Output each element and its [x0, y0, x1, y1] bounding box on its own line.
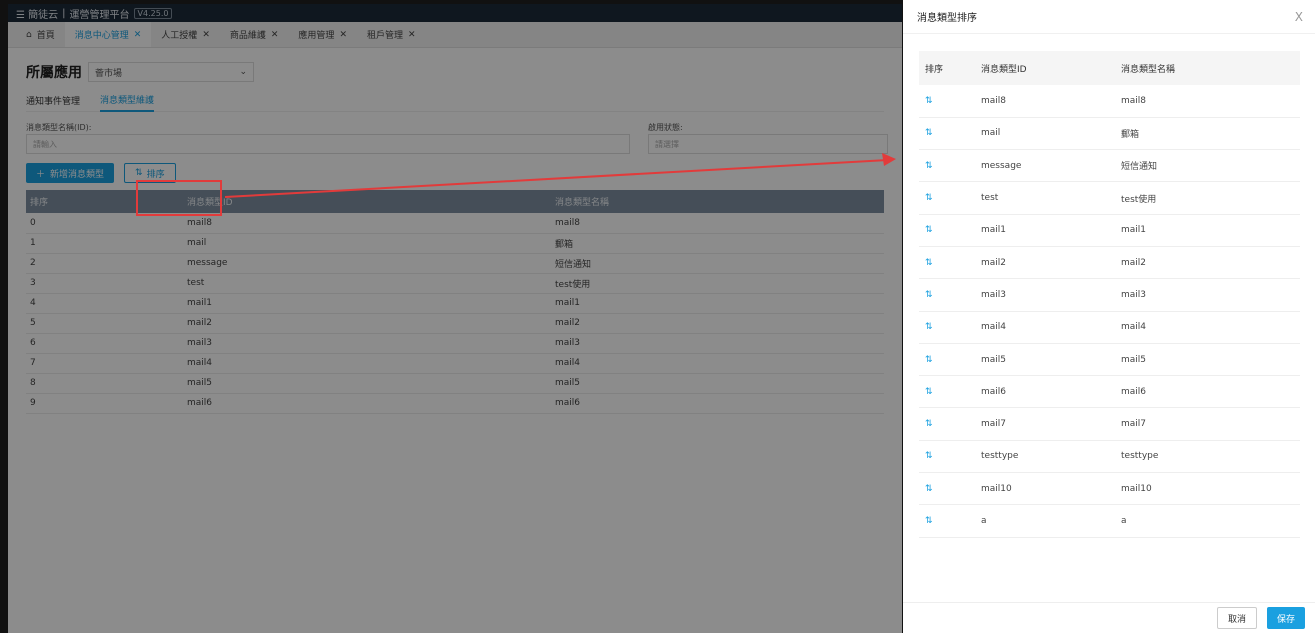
drag-sort-icon[interactable]: ⇅ [925, 128, 933, 138]
sort-col-type-id: 消息類型ID [981, 51, 1121, 85]
sort-row-type-id: mail [981, 117, 1121, 151]
sort-row-type-name: mail6 [1121, 375, 1300, 409]
drawer-title: 消息類型排序 [917, 13, 977, 24]
drag-sort-icon[interactable]: ⇅ [925, 516, 933, 526]
sort-row[interactable]: ⇅ test test使用 [919, 181, 1300, 215]
main-app: ☰ 簡徒云 | 運營管理平台 V4.25.0 ⌂ 首頁 消息中心管理 ✕ 人工授權 ✕ 商品… [8, 4, 902, 633]
sort-row-type-name: mail10 [1121, 472, 1300, 506]
sort-row-type-name: 郵箱 [1121, 117, 1300, 151]
sort-handle-cell[interactable]: ⇅ [919, 311, 981, 344]
sort-drawer: 消息類型排序 X 排序 消息類型ID 消息類型名稱 ⇅ mail8 mail8 ⇅ ma… [903, 0, 1315, 633]
drag-sort-icon[interactable]: ⇅ [925, 290, 933, 300]
sort-row-type-id: mail7 [981, 407, 1121, 441]
drag-sort-icon[interactable]: ⇅ [925, 451, 933, 461]
sort-handle-cell[interactable]: ⇅ [919, 149, 981, 183]
drag-sort-icon[interactable]: ⇅ [925, 258, 933, 268]
sort-row-type-id: mail4 [981, 311, 1121, 344]
sort-handle-cell[interactable]: ⇅ [919, 278, 981, 312]
sort-handle-cell[interactable]: ⇅ [919, 504, 981, 538]
sort-row-type-id: test [981, 181, 1121, 215]
screen: ☰ 簡徒云 | 運營管理平台 V4.25.0 ⌂ 首頁 消息中心管理 ✕ 人工授權 ✕ 商品… [0, 0, 1315, 633]
drag-sort-icon[interactable]: ⇅ [925, 161, 933, 171]
drag-sort-icon[interactable]: ⇅ [925, 484, 933, 494]
sort-row[interactable]: ⇅ mail 郵箱 [919, 117, 1300, 151]
sort-handle-cell[interactable]: ⇅ [919, 85, 981, 118]
sort-row[interactable]: ⇅ mail7 mail7 [919, 407, 1300, 441]
sort-row-type-name: mail2 [1121, 246, 1300, 280]
sort-row-type-name: mail3 [1121, 278, 1300, 312]
drag-sort-icon[interactable]: ⇅ [925, 355, 933, 365]
sort-row-type-id: mail8 [981, 85, 1121, 118]
sort-row-type-name: 短信通知 [1121, 149, 1300, 183]
drag-sort-icon[interactable]: ⇅ [925, 322, 933, 332]
sort-row[interactable]: ⇅ mail4 mail4 [919, 311, 1300, 344]
sort-row-type-name: mail8 [1121, 85, 1300, 118]
sort-row-type-id: mail10 [981, 472, 1121, 506]
save-button[interactable]: 保存 [1266, 607, 1305, 629]
sort-col-type-name: 消息類型名稱 [1121, 51, 1300, 85]
sort-row[interactable]: ⇅ message 短信通知 [919, 149, 1300, 183]
sort-handle-cell[interactable]: ⇅ [919, 440, 981, 474]
sort-row-type-name: testtype [1121, 440, 1300, 474]
sort-row-type-name: mail7 [1121, 407, 1300, 441]
sort-handle-cell[interactable]: ⇅ [919, 375, 981, 409]
sort-row-type-name: mail5 [1121, 343, 1300, 377]
sort-row-type-id: mail5 [981, 343, 1121, 377]
drag-sort-icon[interactable]: ⇅ [925, 96, 933, 106]
sort-row[interactable]: ⇅ testtype testtype [919, 440, 1300, 474]
sort-row-type-id: a [981, 504, 1121, 538]
sort-row[interactable]: ⇅ mail2 mail2 [919, 246, 1300, 280]
cancel-button[interactable]: 取消 [1216, 607, 1257, 629]
sort-row-type-name: test使用 [1121, 181, 1300, 215]
sort-row[interactable]: ⇅ mail5 mail5 [919, 343, 1300, 377]
close-icon[interactable]: X [1295, 10, 1303, 24]
sort-row-type-id: mail1 [981, 214, 1121, 247]
sort-handle-cell[interactable]: ⇅ [919, 407, 981, 441]
sort-row-type-name: a [1121, 504, 1300, 538]
sort-handle-cell[interactable]: ⇅ [919, 214, 981, 247]
sort-handle-cell[interactable]: ⇅ [919, 343, 981, 377]
sort-row-type-id: mail3 [981, 278, 1121, 312]
sort-handle-cell[interactable]: ⇅ [919, 246, 981, 280]
drawer-header: 消息類型排序 X [903, 0, 1315, 34]
sort-col-order: 排序 [919, 51, 981, 85]
sort-row[interactable]: ⇅ mail8 mail8 [919, 85, 1300, 118]
sort-row-type-id: mail6 [981, 375, 1121, 409]
sort-row-type-id: testtype [981, 440, 1121, 474]
sort-handle-cell[interactable]: ⇅ [919, 181, 981, 215]
modal-overlay[interactable] [8, 4, 902, 633]
drag-sort-icon[interactable]: ⇅ [925, 225, 933, 235]
drag-sort-icon[interactable]: ⇅ [925, 387, 933, 397]
sort-row-type-name: mail1 [1121, 214, 1300, 247]
sort-row[interactable]: ⇅ mail1 mail1 [919, 214, 1300, 247]
sort-header-row: 排序 消息類型ID 消息類型名稱 [919, 51, 1300, 85]
sort-row-type-id: message [981, 149, 1121, 183]
sort-row[interactable]: ⇅ mail6 mail6 [919, 375, 1300, 409]
drawer-footer: 取消 保存 [903, 602, 1315, 633]
drag-sort-icon[interactable]: ⇅ [925, 193, 933, 203]
sort-handle-cell[interactable]: ⇅ [919, 472, 981, 506]
annotation-highlight-box [136, 180, 222, 216]
sort-table: 排序 消息類型ID 消息類型名稱 ⇅ mail8 mail8 ⇅ mail 郵箱 ⇅ mess… [919, 51, 1300, 538]
sort-row[interactable]: ⇅ mail10 mail10 [919, 472, 1300, 506]
sort-row[interactable]: ⇅ a a [919, 504, 1300, 538]
sort-handle-cell[interactable]: ⇅ [919, 117, 981, 151]
drag-sort-icon[interactable]: ⇅ [925, 419, 933, 429]
sort-row-type-id: mail2 [981, 246, 1121, 280]
sort-row-type-name: mail4 [1121, 311, 1300, 344]
sort-row[interactable]: ⇅ mail3 mail3 [919, 278, 1300, 312]
